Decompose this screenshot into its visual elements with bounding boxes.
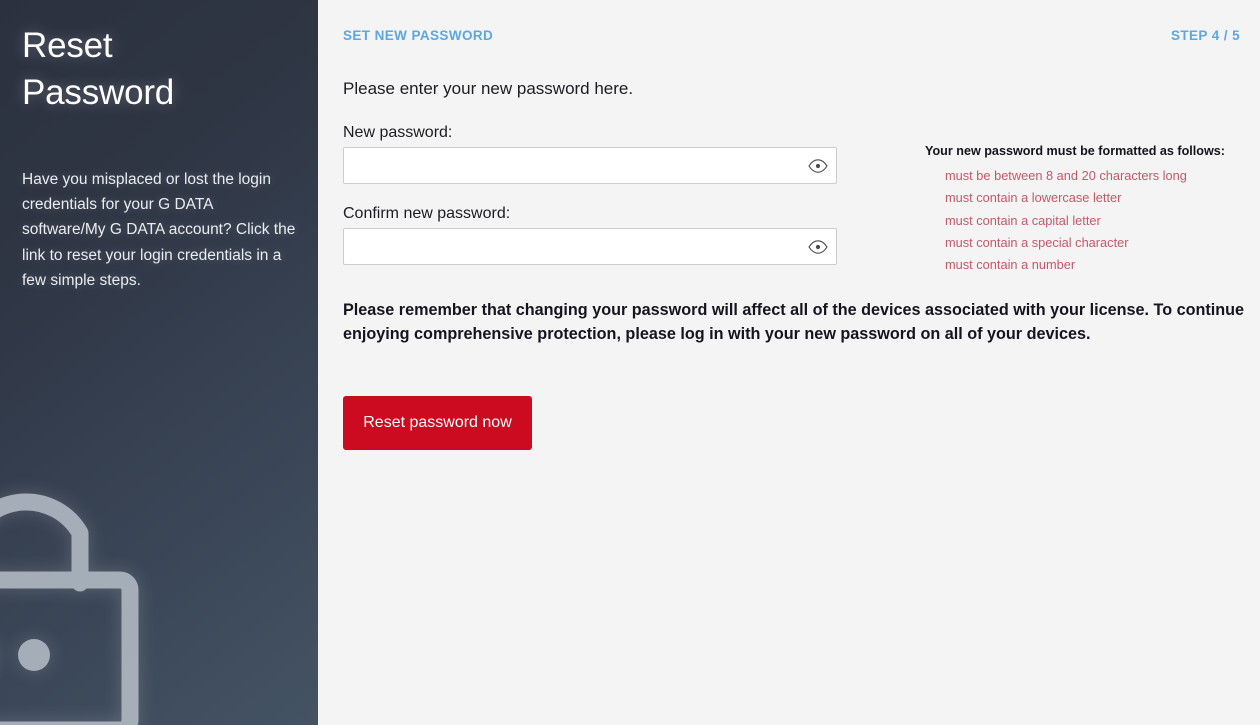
main-content: SET NEW PASSWORD STEP 4 / 5 Please enter… <box>318 0 1260 725</box>
eye-icon <box>808 240 828 254</box>
section-label: SET NEW PASSWORD <box>343 27 494 43</box>
requirements-list: must be between 8 and 20 characters long… <box>925 165 1245 276</box>
eye-icon <box>808 159 828 173</box>
page-title: Reset Password <box>22 26 175 112</box>
requirement-item: must contain a lowercase letter <box>945 190 1122 206</box>
step-indicator: STEP 4 / 5 <box>1170 27 1240 43</box>
confirm-password-label: Confirm new password: <box>343 205 511 222</box>
requirement-item: must be between 8 and 20 characters long <box>945 168 1187 183</box>
requirement-item: must contain a special character <box>945 234 1129 250</box>
open-padlock-icon <box>0 493 139 725</box>
password-requirements: Your new password must be formatted as f… <box>925 144 1245 276</box>
new-password-input[interactable] <box>343 147 837 184</box>
new-password-label: New password: <box>343 124 453 141</box>
requirement-item: must contain a capital letter <box>945 212 1101 228</box>
warning-text: Please remember that changing your passw… <box>343 301 1245 343</box>
confirm-password-input[interactable] <box>343 228 837 265</box>
reset-password-page: Reset Password Have you misplaced or los… <box>0 0 1260 725</box>
eye-icon-new-password[interactable] <box>807 156 829 176</box>
eye-icon-confirm-password[interactable] <box>807 237 829 257</box>
sidebar: Reset Password Have you misplaced or los… <box>0 0 318 725</box>
requirements-title: Your new password must be formatted as f… <box>925 144 1225 158</box>
confirm-password-field-wrapper <box>343 228 837 265</box>
breadcrumb: SET NEW PASSWORD STEP 4 / 5 <box>343 24 1240 46</box>
reset-password-button[interactable]: Reset password now <box>343 396 532 450</box>
new-password-field-wrapper <box>343 147 837 184</box>
requirement-item: must contain a number <box>945 257 1076 273</box>
intro-text: Please enter your new password here. <box>343 79 634 98</box>
sidebar-description: Have you misplaced or lost the login cre… <box>22 171 296 289</box>
